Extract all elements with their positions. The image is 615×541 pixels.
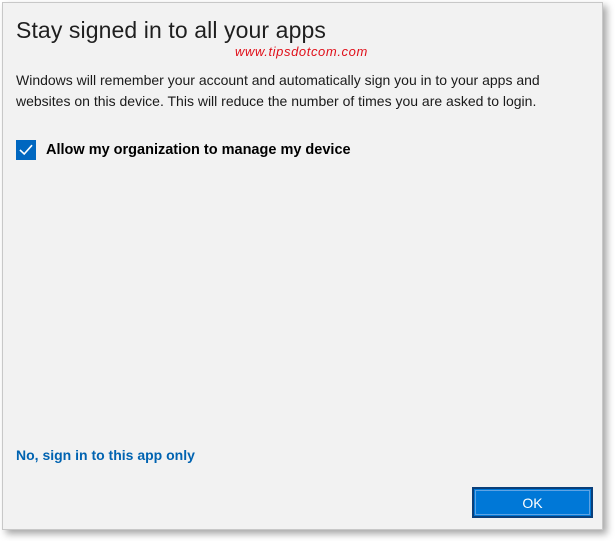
dialog-description: Windows will remember your account and a…: [16, 70, 586, 112]
manage-device-checkbox-label[interactable]: Allow my organization to manage my devic…: [46, 142, 351, 158]
description-line-2: websites on this device. This will reduc…: [16, 93, 537, 109]
manage-device-checkbox-row[interactable]: Allow my organization to manage my devic…: [16, 140, 351, 160]
manage-device-checkbox[interactable]: [16, 140, 36, 160]
ok-button[interactable]: OK: [472, 487, 593, 518]
watermark-text: www.tipsdotcom.com: [235, 44, 368, 59]
description-line-1: Windows will remember your account and a…: [16, 72, 540, 88]
checkmark-icon: [19, 144, 33, 156]
dialog-title: Stay signed in to all your apps: [16, 17, 326, 43]
sign-in-this-app-only-link[interactable]: No, sign in to this app only: [16, 447, 195, 463]
dialog-window: Stay signed in to all your apps www.tips…: [2, 2, 603, 530]
